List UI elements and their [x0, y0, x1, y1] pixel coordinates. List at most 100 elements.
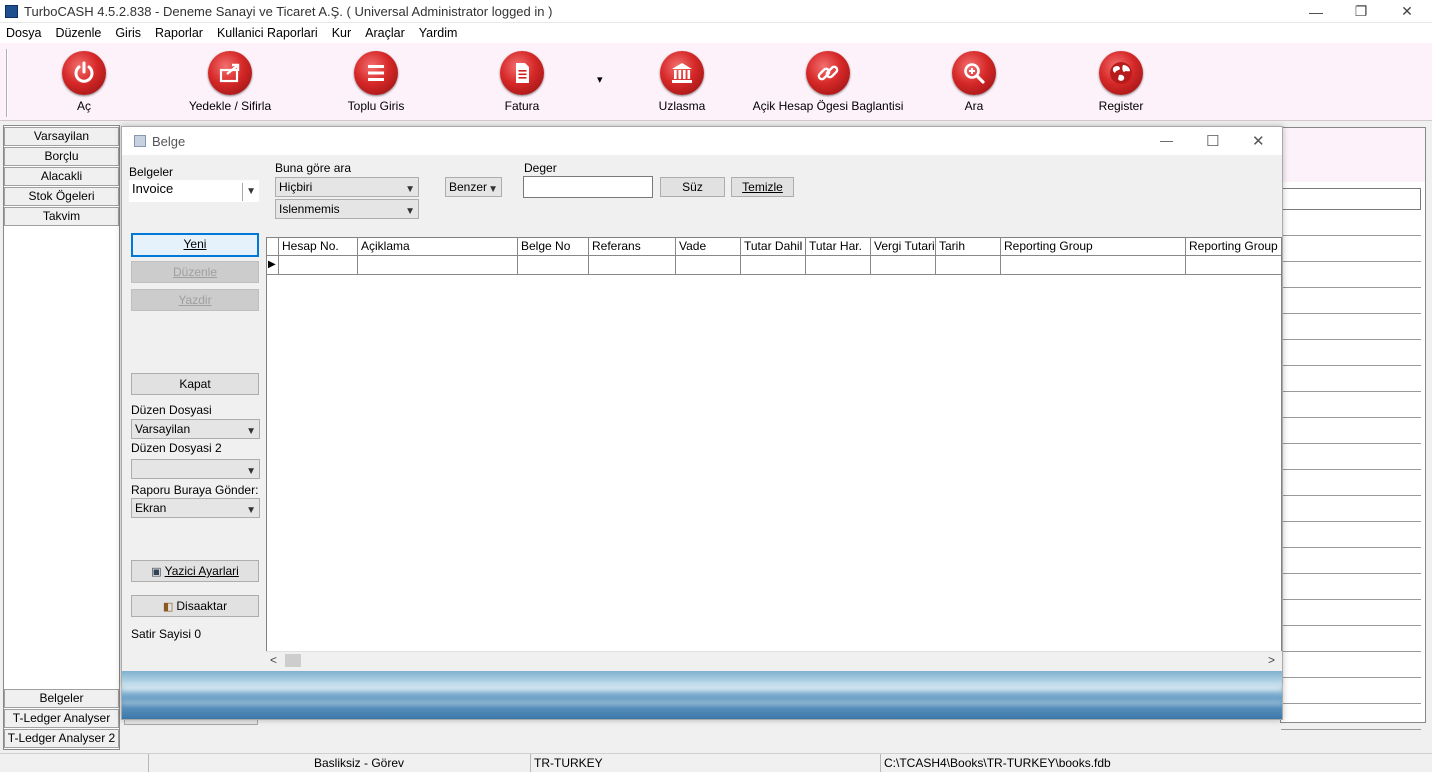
search-icon — [952, 51, 996, 95]
table-cell[interactable] — [1186, 256, 1281, 275]
background-row — [1281, 340, 1421, 366]
deger-input[interactable] — [523, 176, 653, 198]
duzen-dosyasi-select[interactable]: Varsayilan ▼ — [131, 419, 260, 439]
chevron-down-icon: ▼ — [405, 184, 415, 195]
document-type-select[interactable]: Invoice ▼ — [129, 180, 259, 202]
nav-varsayilan[interactable]: Varsayilan — [4, 127, 119, 146]
status-divider — [530, 754, 531, 772]
kapat-button[interactable]: Kapat — [131, 373, 259, 395]
nav-borclu[interactable]: Borçlu — [4, 147, 119, 166]
col-aciklama[interactable]: Açiklama — [358, 238, 518, 256]
status-filter-select[interactable]: Islenmemis ▼ — [275, 199, 419, 219]
nav-stok-ogeleri[interactable]: Stok Ögeleri — [4, 187, 119, 206]
uzlasma-label: Uzlasma — [658, 99, 706, 113]
temizle-button[interactable]: Temizle — [731, 177, 794, 197]
yedekle-button[interactable]: Yedekle / Sifirla — [150, 51, 310, 113]
background-row — [1281, 236, 1421, 262]
minimize-button[interactable]: — — [1293, 0, 1339, 23]
report-destination-select[interactable]: Ekran ▼ — [131, 498, 260, 518]
background-row — [1281, 652, 1421, 678]
menu-raporlar[interactable]: Raporlar — [155, 26, 203, 40]
dialog-maximize-button[interactable]: ☐ — [1206, 132, 1219, 150]
deger-label: Deger — [524, 161, 557, 175]
background-row — [1281, 522, 1421, 548]
col-vergi-tutari[interactable]: Vergi Tutari — [871, 238, 936, 256]
table-cell[interactable] — [806, 256, 871, 275]
fatura-button[interactable]: Fatura — [442, 51, 602, 113]
menu-bar: Dosya Düzenle Giris Raporlar Kullanici R… — [0, 23, 1432, 43]
dialog-minimize-button[interactable]: — — [1160, 133, 1173, 148]
col-tutar-har[interactable]: Tutar Har. — [806, 238, 871, 256]
col-belge-no[interactable]: Belge No — [518, 238, 589, 256]
nav-belgeler[interactable]: Belgeler — [4, 689, 119, 708]
yazici-ayarlari-button[interactable]: ▣ Yazici Ayarlari — [131, 560, 259, 582]
chevron-down-icon: ▼ — [246, 466, 256, 477]
col-vade[interactable]: Vade — [676, 238, 741, 256]
col-hesap-no[interactable]: Hesap No. — [279, 238, 358, 256]
table-cell[interactable] — [741, 256, 806, 275]
wave-highlight — [122, 701, 1282, 705]
col-reporting-group[interactable]: Reporting Group — [1001, 238, 1186, 256]
toolbar: Aç Yedekle / Sifirla Toplu Giris Fatura … — [0, 43, 1432, 121]
acik-hesap-button[interactable]: Açik Hesap Ögesi Baglantisi — [748, 51, 908, 113]
menu-dosya[interactable]: Dosya — [6, 26, 41, 40]
search-field-select[interactable]: Hiçbiri ▼ — [275, 177, 419, 197]
nav-takvim[interactable]: Takvim — [4, 207, 119, 226]
table-cell[interactable] — [279, 256, 358, 275]
yedekle-label: Yedekle / Sifirla — [188, 99, 272, 113]
yazdir-button[interactable]: Yazdir — [131, 289, 259, 311]
table-cell[interactable] — [871, 256, 936, 275]
close-button[interactable]: ✕ — [1384, 0, 1430, 23]
match-mode-value: Benzer — [449, 180, 488, 194]
menu-kur[interactable]: Kur — [332, 26, 351, 40]
menu-yardim[interactable]: Yardim — [419, 26, 458, 40]
menu-araclar[interactable]: Araçlar — [365, 26, 405, 40]
background-row — [1281, 678, 1421, 704]
register-button[interactable]: Register — [1041, 51, 1201, 113]
col-referans[interactable]: Referans — [589, 238, 676, 256]
nav-t-ledger-analyser-2[interactable]: T-Ledger Analyser 2 — [4, 729, 119, 748]
disaaktar-button[interactable]: ◧ Disaaktar — [131, 595, 259, 617]
chevron-down-icon: ▼ — [242, 183, 256, 201]
suz-button[interactable]: Süz — [660, 177, 725, 197]
row-count-label: Satir Sayisi 0 — [131, 627, 202, 641]
table-cell[interactable] — [518, 256, 589, 275]
col-reporting-group-2[interactable]: Reporting Group — [1186, 238, 1281, 256]
restore-button[interactable]: ❐ — [1338, 0, 1384, 23]
status-task: Basliksiz - Görev — [314, 756, 405, 770]
table-cell[interactable] — [358, 256, 518, 275]
menu-giris[interactable]: Giris — [115, 26, 141, 40]
col-tarih[interactable]: Tarih — [936, 238, 1001, 256]
table-cell[interactable] — [676, 256, 741, 275]
status-bar: Basliksiz - Görev TR-TURKEY C:\TCASH4\Bo… — [0, 753, 1432, 772]
wave-highlight — [122, 685, 1282, 691]
yeni-button[interactable]: Yeni — [131, 233, 259, 257]
match-mode-select[interactable]: Benzer ▼ — [445, 177, 502, 197]
col-tutar-dahil[interactable]: Tutar Dahil — [741, 238, 806, 256]
duzen-dosyasi2-select[interactable]: ▼ — [131, 459, 260, 479]
nav-alacakli[interactable]: Alacakli — [4, 167, 119, 186]
table-cell[interactable] — [589, 256, 676, 275]
dialog-titlebar: Belge — ☐ ✕ — [122, 127, 1282, 155]
ara-button[interactable]: Ara — [894, 51, 1054, 113]
ac-button[interactable]: Aç — [4, 51, 164, 113]
status-filter-value: Islenmemis — [279, 202, 340, 216]
scroll-right-icon[interactable]: > — [1268, 653, 1275, 667]
disaaktar-label: Disaaktar — [176, 599, 228, 613]
table-cell[interactable] — [936, 256, 1001, 275]
toplu-giris-button[interactable]: Toplu Giris — [296, 51, 456, 113]
grid-horizontal-scrollbar[interactable]: < > — [266, 651, 1282, 669]
ara-label: Ara — [964, 99, 984, 113]
duzen-dosyasi-value: Varsayilan — [135, 422, 191, 436]
duzenle-button[interactable]: Düzenle — [131, 261, 259, 283]
background-row — [1281, 418, 1421, 444]
uzlasma-button[interactable]: Uzlasma — [602, 51, 762, 113]
menu-duzenle[interactable]: Düzenle — [55, 26, 101, 40]
dialog-close-button[interactable]: ✕ — [1252, 132, 1265, 150]
scroll-thumb[interactable] — [285, 654, 301, 667]
menu-kullanici-raporlari[interactable]: Kullanici Raporlari — [217, 26, 318, 40]
nav-t-ledger-analyser[interactable]: T-Ledger Analyser — [4, 709, 119, 728]
table-cell[interactable] — [1001, 256, 1186, 275]
document-grid[interactable]: Hesap No. Açiklama Belge No Referans Vad… — [266, 237, 1282, 669]
scroll-left-icon[interactable]: < — [270, 653, 277, 667]
